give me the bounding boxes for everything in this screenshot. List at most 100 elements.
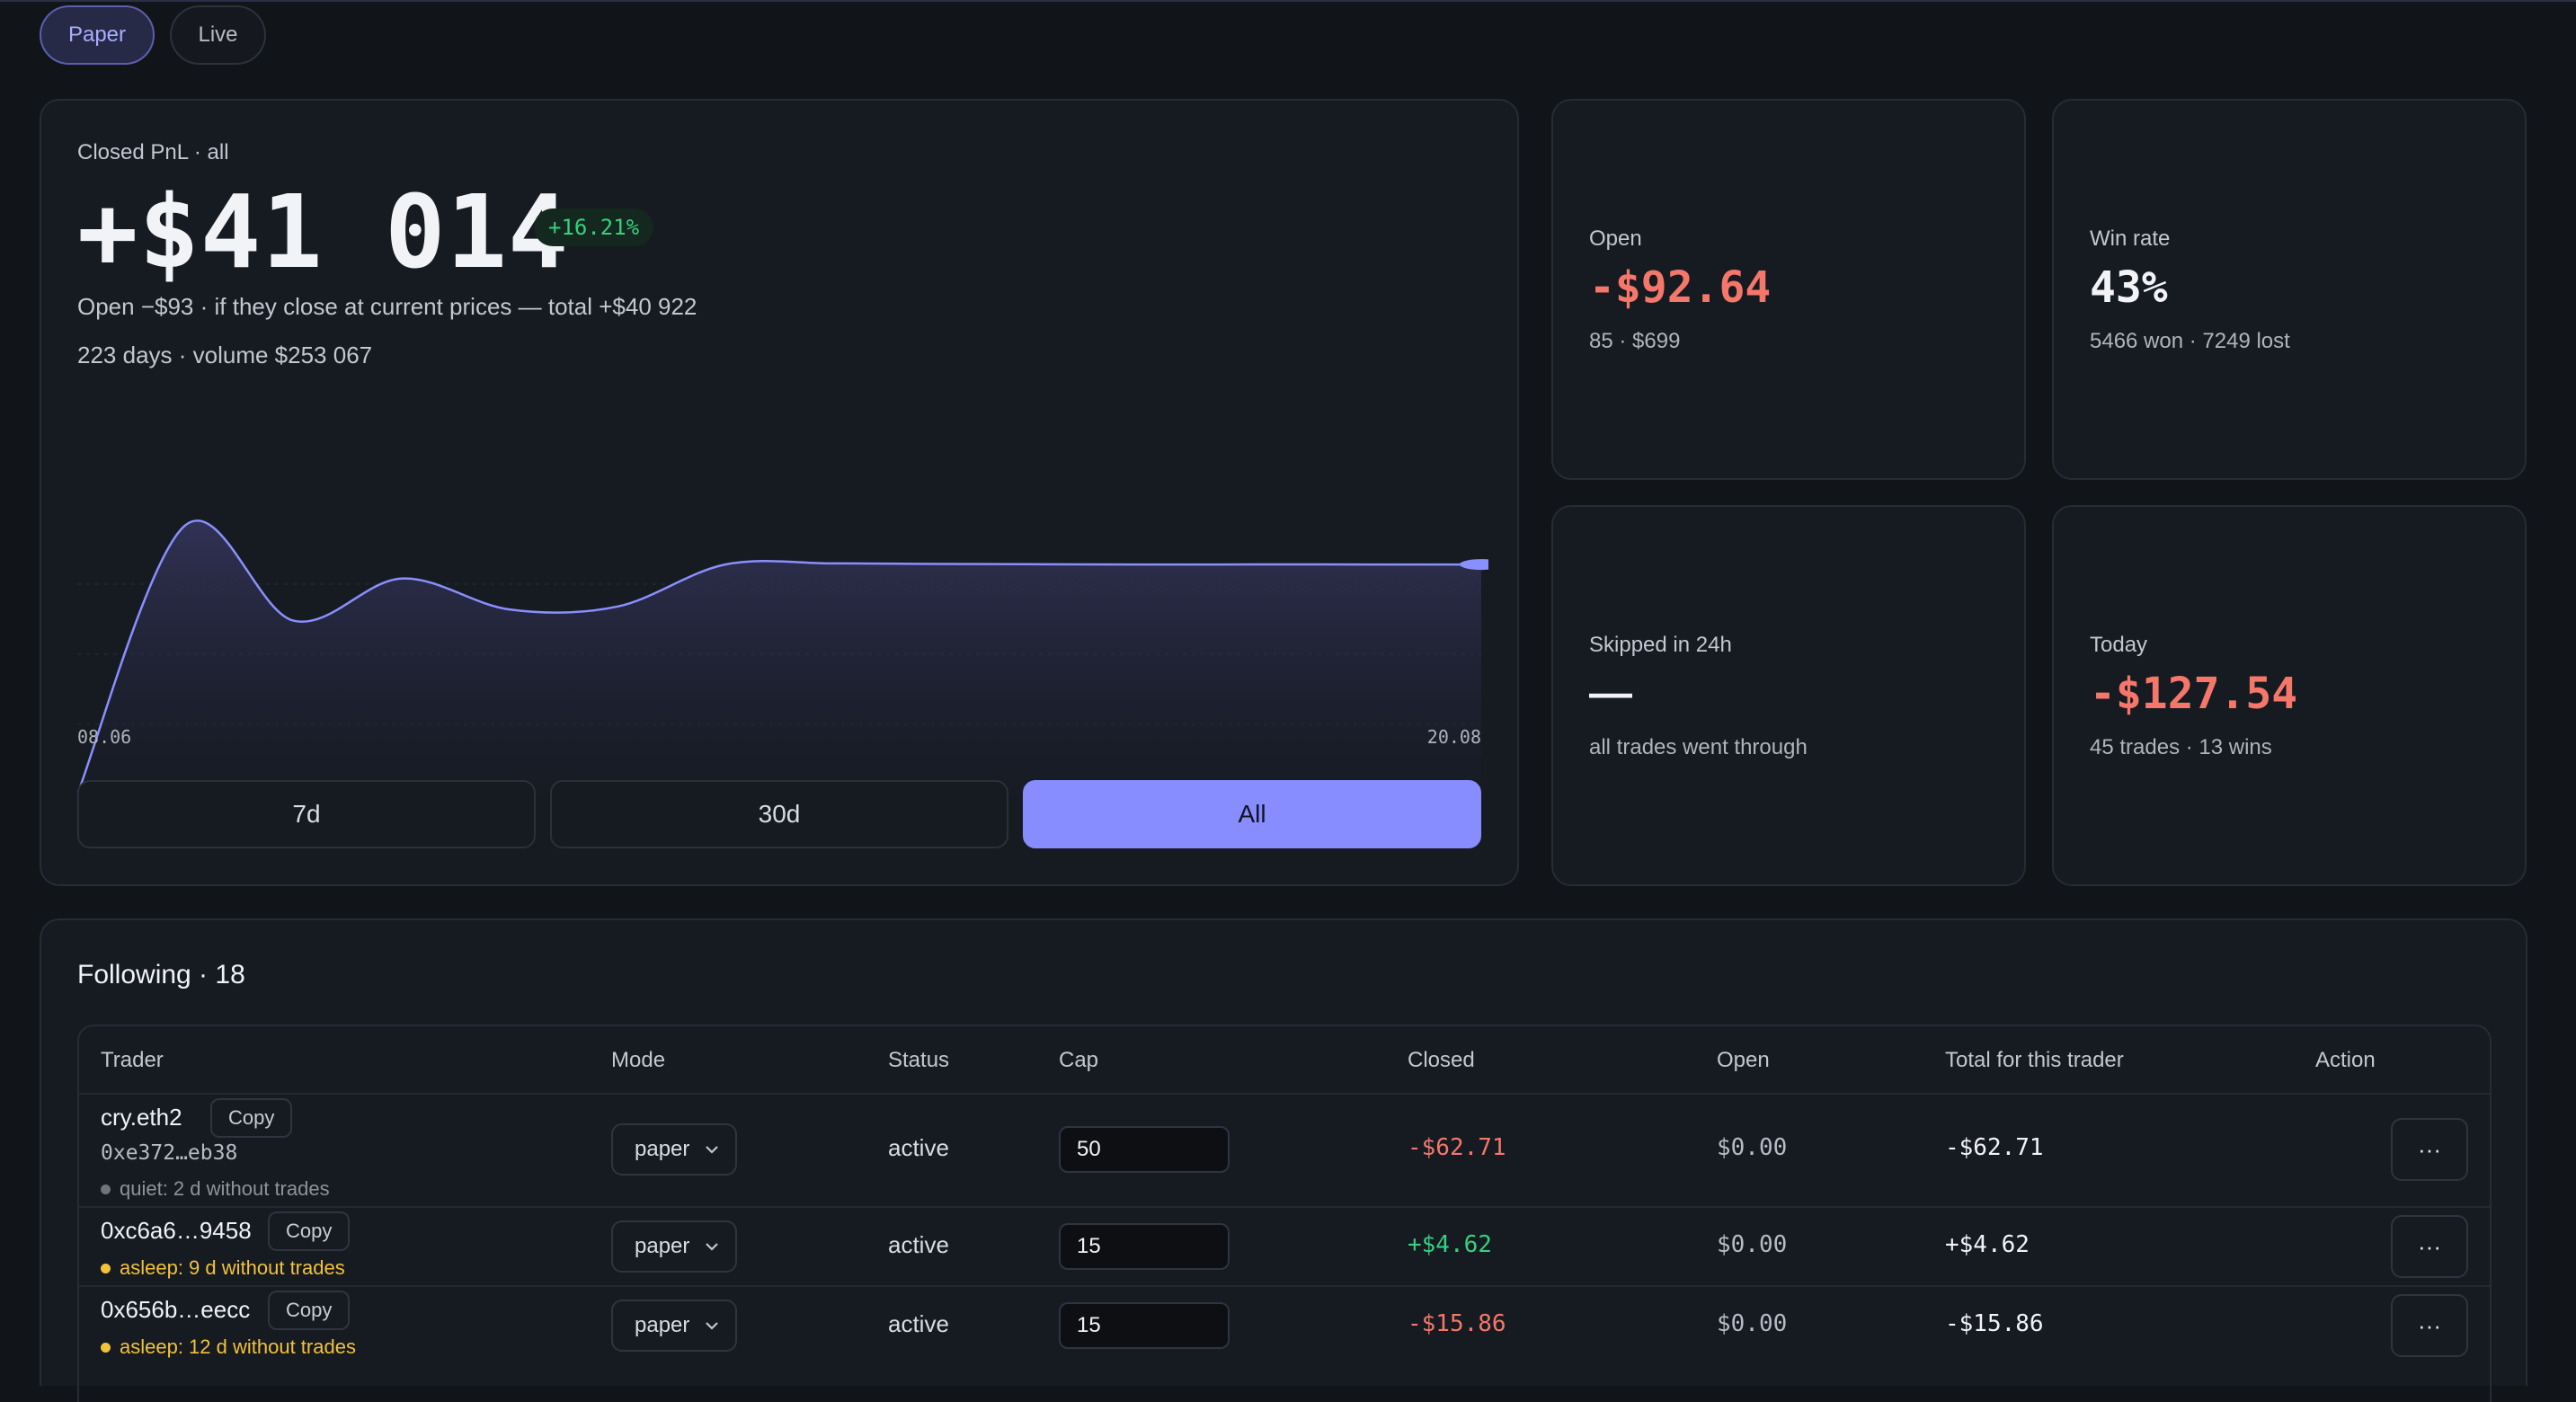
total-value: -$62.71 [1945, 1134, 2044, 1161]
winrate-stat-label: Win rate [2090, 226, 2171, 251]
trader-address: 0xe372…eb38 [101, 1141, 238, 1165]
closed-value: +$4.62 [1408, 1231, 1492, 1258]
pnl-value: +$41 014 [77, 174, 570, 291]
tab-live[interactable]: Live [170, 5, 266, 65]
total-value: +$4.62 [1945, 1231, 2030, 1258]
total-value: -$15.86 [1945, 1310, 2044, 1337]
col-action: Action [2315, 1048, 2376, 1072]
cap-input[interactable] [1059, 1302, 1230, 1349]
chevron-down-icon [706, 1322, 718, 1330]
open-stat-label: Open [1589, 226, 1642, 251]
activity-note-text: asleep: 12 d without trades [120, 1335, 356, 1358]
col-open: Open [1717, 1048, 1770, 1072]
closed-pnl-card: Closed PnL · all +$41 014 +16.21% Open −… [40, 99, 1519, 886]
mode-select-value: paper [635, 1234, 690, 1258]
chart-point [1372, 563, 1375, 566]
status-dot-icon [101, 1342, 111, 1353]
cap-input[interactable] [1059, 1126, 1230, 1173]
col-mode: Mode [611, 1048, 666, 1072]
range-all-button[interactable]: All [1023, 780, 1481, 848]
chart-point [724, 563, 727, 566]
x-tick-start: 08.06 [77, 726, 132, 748]
mode-select[interactable]: paper [611, 1220, 737, 1273]
col-cap: Cap [1059, 1048, 1099, 1072]
col-status: Status [888, 1048, 950, 1072]
today-stat-card: Today -$127.54 45 trades · 13 wins [2052, 505, 2527, 886]
chevron-down-icon [706, 1243, 718, 1251]
col-total: Total for this trader [1945, 1048, 2124, 1072]
open-stat-value: -$92.64 [1589, 262, 1772, 313]
status-text: active [888, 1310, 949, 1337]
chart-point [1264, 563, 1267, 566]
trader-name: 0xc6a6…9458 [101, 1217, 252, 1244]
open-value: $0.00 [1717, 1310, 1788, 1337]
today-stat-label: Today [2090, 633, 2148, 657]
status-text: active [888, 1231, 949, 1258]
col-closed: Closed [1408, 1048, 1475, 1072]
x-tick-end: 20.08 [1426, 726, 1481, 748]
open-stat-card: Open -$92.64 85 · $699 [1551, 99, 2026, 480]
pnl-period-summary: 223 days · volume $253 067 [77, 342, 373, 368]
mode-select[interactable]: paper [611, 1300, 737, 1352]
activity-note-text: quiet: 2 d without trades [120, 1177, 330, 1200]
chart-point [399, 577, 403, 581]
open-value: $0.00 [1717, 1231, 1788, 1258]
chart-point [183, 523, 187, 527]
today-stat-sub: 45 trades · 13 wins [2090, 735, 2272, 759]
trader-activity-note: asleep: 12 d without trades [101, 1335, 356, 1359]
chart-point [939, 563, 943, 566]
chart-point [831, 562, 835, 565]
row-actions-button[interactable]: ··· [2391, 1294, 2468, 1357]
skipped-stat-card: Skipped in 24h — all trades went through [1551, 505, 2026, 886]
copy-button[interactable]: Copy [268, 1211, 351, 1251]
row-actions-button[interactable]: ··· [2391, 1215, 2468, 1278]
pnl-open-summary: Open −$93 · if they close at current pri… [77, 293, 697, 320]
trader-name: 0x656b…eecc [101, 1296, 251, 1323]
pnl-change-badge: +16.21% [534, 209, 654, 246]
skipped-stat-value: — [1589, 670, 1632, 717]
following-table: Trader Mode Status Cap Closed Open Total… [77, 1025, 2492, 1402]
following-title: Following · 18 [77, 960, 245, 989]
chart-point [1047, 563, 1051, 566]
open-value: $0.00 [1717, 1134, 1788, 1161]
col-trader: Trader [101, 1048, 164, 1072]
trader-activity-note: quiet: 2 d without trades [101, 1177, 330, 1201]
mode-select-value: paper [635, 1313, 690, 1337]
top-border [0, 0, 2576, 2]
following-card: Following · 18 Trader Mode Status Cap Cl… [40, 918, 2527, 1402]
range-30d-button[interactable]: 30d [550, 780, 1008, 848]
trader-name: cry.eth2 [101, 1104, 182, 1131]
winrate-stat-sub: 5466 won · 7249 lost [2090, 329, 2290, 353]
chart-point [1156, 563, 1159, 566]
chevron-down-icon [706, 1146, 718, 1154]
today-stat-value: -$127.54 [2090, 669, 2298, 719]
mode-select[interactable]: paper [611, 1123, 737, 1176]
skipped-stat-sub: all trades went through [1589, 735, 1808, 759]
chart-point [291, 619, 295, 623]
table-row: cry.eth2 Copy 0xe372…eb38 quiet: 2 d wit… [79, 1093, 2490, 1206]
pnl-label: Closed PnL · all [77, 140, 229, 164]
cap-input[interactable] [1059, 1223, 1230, 1270]
row-actions-button[interactable]: ··· [2391, 1118, 2468, 1181]
tab-paper[interactable]: Paper [40, 5, 155, 65]
table-row: 0xc6a6…9458 Copy asleep: 9 d without tra… [79, 1206, 2490, 1285]
chart-point [616, 605, 619, 608]
chart-point [508, 608, 511, 611]
status-dot-icon [101, 1184, 111, 1194]
status-dot-icon [101, 1263, 111, 1273]
closed-value: -$62.71 [1408, 1134, 1506, 1161]
mode-select-value: paper [635, 1137, 690, 1161]
activity-note-text: asleep: 9 d without trades [120, 1256, 345, 1279]
closed-value: -$15.86 [1408, 1310, 1506, 1337]
range-7d-button[interactable]: 7d [77, 780, 536, 848]
winrate-stat-card: Win rate 43% 5466 won · 7249 lost [2052, 99, 2527, 480]
winrate-stat-value: 43% [2090, 262, 2168, 313]
copy-button[interactable]: Copy [210, 1098, 293, 1138]
pnl-chart [77, 519, 1488, 795]
table-row: 0x656b…eecc Copy asleep: 12 d without tr… [79, 1285, 2490, 1375]
status-text: active [888, 1134, 949, 1161]
copy-button[interactable]: Copy [268, 1291, 351, 1330]
open-stat-sub: 85 · $699 [1589, 329, 1681, 353]
trader-activity-note: asleep: 9 d without trades [101, 1256, 345, 1280]
skipped-stat-label: Skipped in 24h [1589, 633, 1732, 657]
